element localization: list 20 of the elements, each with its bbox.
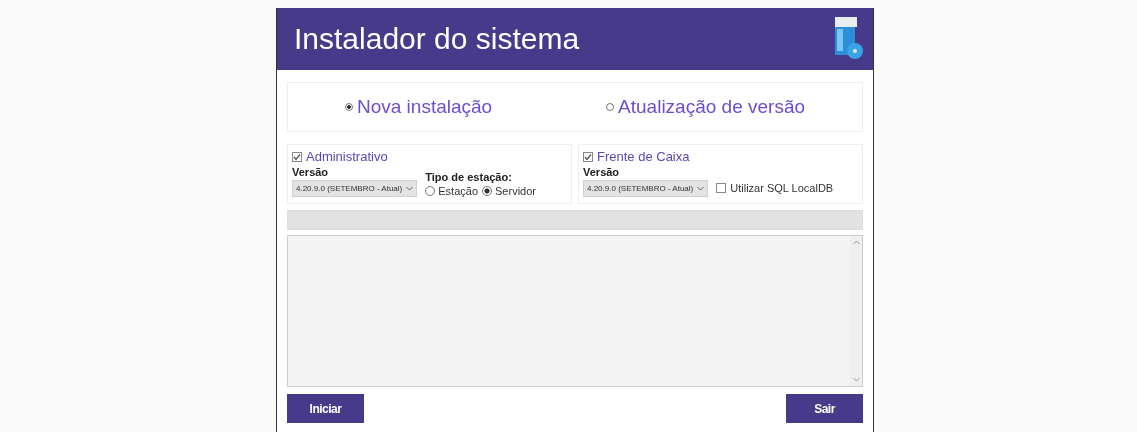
version-label: Versão bbox=[583, 166, 621, 178]
mode-radio[interactable]: Nova instalação bbox=[344, 96, 493, 118]
checkbox[interactable] bbox=[583, 151, 593, 162]
version-dropdown[interactable]: 4.20.9.0 (SETEMBRO - Atual) bbox=[583, 180, 709, 197]
mode-radio[interactable]: Atualização de versão bbox=[606, 96, 806, 118]
station-radio[interactable]: Estação bbox=[425, 185, 478, 197]
panel-title: Frente de Caixa bbox=[597, 149, 690, 164]
station-radio[interactable]: Servidor bbox=[482, 185, 536, 197]
version-label: Versão bbox=[292, 166, 330, 178]
checkbox[interactable] bbox=[716, 183, 727, 193]
checkbox[interactable] bbox=[292, 151, 302, 162]
action-button[interactable]: Iniciar bbox=[287, 394, 364, 423]
panel-title: Administrativo bbox=[306, 149, 388, 164]
station-type-label: Tipo de estação: bbox=[425, 171, 513, 183]
localdb-label: Utilizar SQL LocalDB bbox=[730, 182, 834, 194]
action-button[interactable]: Sair bbox=[786, 394, 863, 423]
window-title: Instalador do sistema bbox=[294, 22, 580, 56]
chevron-down-icon bbox=[697, 186, 705, 191]
version-dropdown[interactable]: 4.20.9.0 (SETEMBRO - Atual) bbox=[292, 180, 418, 197]
chevron-down-icon bbox=[406, 186, 414, 191]
